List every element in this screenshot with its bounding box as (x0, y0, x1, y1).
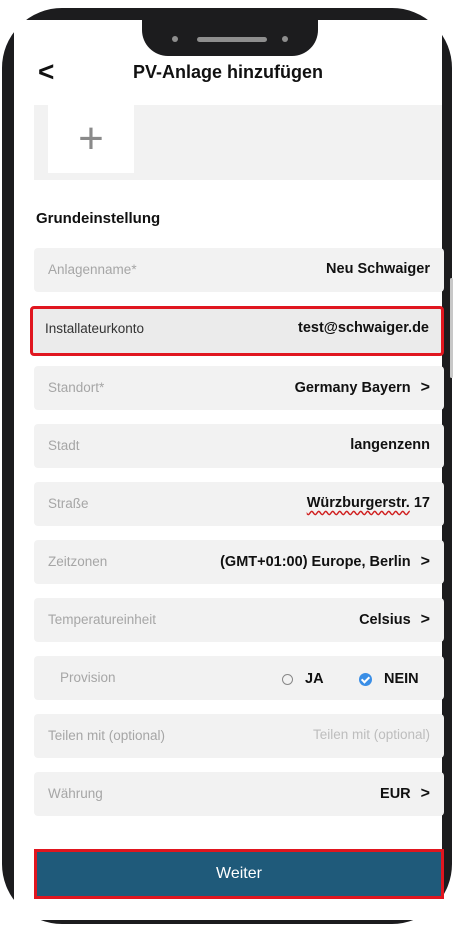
field-label: Standort* (48, 380, 105, 395)
field-zeitzonen[interactable]: Zeitzonen (GMT+01:00) Europe, Berlin > (34, 540, 444, 584)
field-value-wrap: Germany Bayern > (295, 379, 430, 397)
field-standort[interactable]: Standort* Germany Bayern > (34, 366, 444, 410)
field-label: Provision (60, 670, 116, 685)
chevron-right-icon: > (420, 379, 430, 396)
page-title: PV-Anlage hinzufügen (132, 62, 323, 82)
field-value: langenzenn (350, 437, 430, 453)
section-title: Grundeinstellung (36, 210, 161, 227)
field-label: Zeitzonen (48, 554, 108, 569)
field-label: Straße (48, 496, 89, 511)
field-label: Stadt (48, 438, 80, 453)
notch-dot-right (282, 36, 288, 42)
app-screen: < PV-Anlage hinzufügen + Grundeinstellun… (14, 20, 453, 920)
photo-upload-row: + (34, 105, 442, 180)
field-value: test@schwaiger.de (298, 320, 429, 336)
field-placeholder: Teilen mit (optional) (312, 727, 430, 742)
field-value-number: 17 (409, 495, 430, 511)
add-photo-button[interactable]: + (48, 105, 134, 173)
field-anlagenname[interactable]: Anlagenname* Neu Schwaiger (34, 248, 444, 292)
field-installateurkonto[interactable]: Installateurkonto test@schwaiger.de (30, 306, 444, 356)
header-bar: < PV-Anlage hinzufügen (14, 50, 442, 94)
field-label: Anlagenname* (48, 262, 137, 277)
field-value: Neu Schwaiger (326, 261, 430, 277)
radio-nein[interactable]: NEIN (359, 671, 419, 687)
field-value: EUR (380, 786, 411, 802)
field-label: Währung (48, 786, 103, 801)
radio-label: JA (305, 671, 324, 687)
chevron-right-icon: > (420, 785, 430, 802)
field-value: Celsius (359, 612, 411, 628)
radio-checked-icon (359, 672, 372, 686)
notch-dot-left (172, 36, 178, 42)
field-provision: Provision JA NEIN (34, 656, 444, 700)
radio-label: NEIN (384, 671, 419, 687)
field-value-wrap: Würzburgerstr. 17 (307, 495, 430, 511)
scrollbar[interactable] (450, 278, 453, 378)
field-teilen-mit[interactable]: Teilen mit (optional) Teilen mit (option… (34, 714, 444, 758)
radio-unchecked-icon (282, 673, 293, 685)
field-value-wrap: Celsius > (359, 611, 430, 629)
field-label: Temperatureinheit (48, 612, 157, 627)
field-temperatureinheit[interactable]: Temperatureinheit Celsius > (34, 598, 444, 642)
field-label: Installateurkonto (45, 321, 145, 336)
field-label: Teilen mit (optional) (48, 728, 166, 743)
weiter-button[interactable]: Weiter (34, 849, 444, 899)
field-value-street: Würzburgerstr. (306, 495, 410, 511)
notch-speaker (197, 37, 267, 42)
radio-ja[interactable]: JA (282, 671, 324, 687)
field-value: Germany Bayern (294, 380, 411, 396)
field-waehrung[interactable]: Währung EUR > (34, 772, 444, 816)
field-value: (GMT+01:00) Europe, Berlin (220, 554, 411, 570)
field-strasse[interactable]: Straße Würzburgerstr. 17 (34, 482, 444, 526)
chevron-right-icon: > (420, 611, 430, 628)
chevron-right-icon: > (420, 553, 430, 570)
field-value-wrap: (GMT+01:00) Europe, Berlin > (220, 553, 430, 571)
phone-notch (142, 20, 318, 56)
field-stadt[interactable]: Stadt langenzenn (34, 424, 444, 468)
plus-icon: + (78, 114, 104, 163)
field-value-wrap: EUR > (380, 785, 430, 803)
